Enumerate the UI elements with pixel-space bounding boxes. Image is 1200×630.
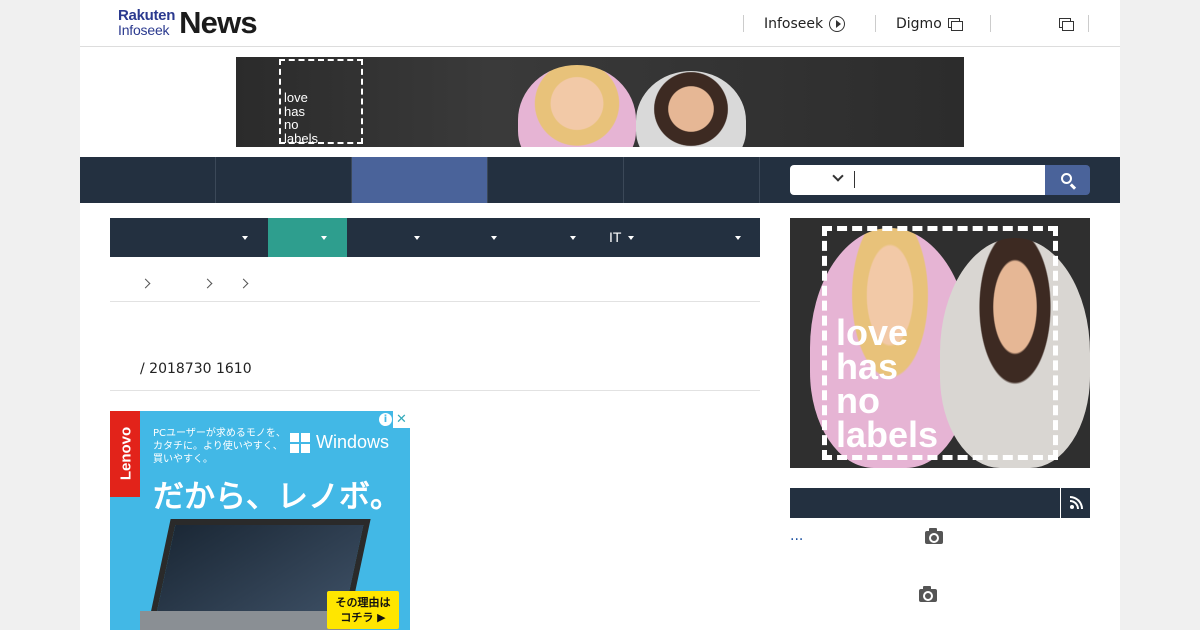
- ad-photo-child: [518, 65, 636, 147]
- logo-infoseek: Infoseek: [118, 22, 170, 38]
- laptop-image-base: [140, 611, 350, 630]
- category-item[interactable]: [110, 218, 268, 257]
- logo-rakuten: Rakuten: [118, 7, 176, 24]
- ad-logo-text: love has no labels: [836, 312, 939, 455]
- dropdown-arrow-icon: [491, 236, 497, 240]
- header-divider: [1088, 15, 1089, 32]
- nav-item[interactable]: [216, 157, 352, 203]
- ad-logo-text: love has no labels: [284, 90, 318, 146]
- adchoices-icon[interactable]: i: [379, 413, 392, 426]
- article-meta: / 2018730 1610: [110, 353, 760, 391]
- ad-copy: PCユーザーが求めるモノを、 カタチに。より使いやすく、 買いやすく。: [153, 428, 286, 465]
- logo-news: News: [179, 5, 258, 40]
- search-icon: [1061, 173, 1072, 184]
- article-byline: / 2018730 1610: [140, 361, 252, 377]
- category-item-it[interactable]: IT: [581, 218, 659, 257]
- nav-item[interactable]: [624, 157, 760, 203]
- text-caret: [854, 171, 855, 188]
- new-window-icon: [947, 17, 963, 31]
- dropdown-arrow-icon: [414, 236, 420, 240]
- category-item[interactable]: [347, 218, 425, 257]
- rss-icon[interactable]: [1060, 488, 1090, 518]
- ad-cta-button[interactable]: その理由は コチラ ▶: [327, 591, 399, 629]
- site-logo[interactable]: Rakuten Infoseek News: [118, 5, 258, 40]
- ad-photo-child: [636, 71, 746, 147]
- header-link-label: Digmo: [896, 16, 942, 32]
- header-divider: [990, 15, 991, 32]
- category-item-active[interactable]: [268, 218, 347, 257]
- page: Rakuten Infoseek News Infoseek Digmo lov…: [80, 0, 1120, 630]
- category-item[interactable]: [503, 218, 581, 257]
- header-divider: [875, 15, 876, 32]
- chevron-right-icon: [202, 278, 213, 289]
- sidebar-section-header: [790, 488, 1090, 518]
- nav-item-active[interactable]: [352, 157, 488, 203]
- dropdown-arrow-icon: [242, 236, 248, 240]
- chevron-down-icon[interactable]: [832, 170, 844, 182]
- banner-ad[interactable]: love has no labels: [236, 57, 964, 147]
- category-item[interactable]: [659, 218, 760, 257]
- nav-item[interactable]: [80, 157, 216, 203]
- breadcrumb: [110, 270, 760, 302]
- windows-label: Windows: [316, 432, 390, 452]
- camera-icon: [925, 528, 943, 544]
- chevron-right-icon: [238, 278, 249, 289]
- close-icon[interactable]: ✕: [393, 411, 410, 428]
- sidebar-ad[interactable]: love has no labels: [790, 218, 1090, 468]
- circle-arrow-icon: [829, 16, 846, 32]
- nav-item[interactable]: [488, 157, 624, 203]
- search-input[interactable]: [790, 165, 1045, 195]
- dropdown-arrow-icon: [321, 236, 327, 240]
- header-link-infoseek[interactable]: Infoseek: [764, 14, 846, 34]
- dropdown-arrow-icon: [735, 236, 741, 240]
- category-bar: IT: [110, 218, 760, 257]
- chevron-right-icon: [140, 278, 151, 289]
- lenovo-logo: Lenovo: [110, 411, 140, 497]
- search-form: [790, 165, 1090, 195]
- header-link-external[interactable]: [1053, 14, 1074, 34]
- header-link-digmo[interactable]: Digmo: [896, 14, 963, 34]
- dropdown-arrow-icon: [628, 236, 634, 240]
- ad-headline: だから、レノボ。: [153, 479, 401, 515]
- new-window-icon: [1059, 17, 1074, 31]
- windows-icon: [290, 433, 310, 453]
- camera-icon: [919, 586, 937, 602]
- article-ad[interactable]: Lenovo i ✕ PCユーザーが求めるモノを、 カタチに。より使いやすく、 …: [110, 411, 410, 630]
- dropdown-arrow-icon: [570, 236, 576, 240]
- main-nav: [80, 157, 1120, 203]
- header-link-label: Infoseek: [764, 16, 824, 32]
- sidebar-news-item[interactable]: ...: [790, 528, 803, 544]
- search-button[interactable]: [1045, 165, 1090, 195]
- category-item[interactable]: [425, 218, 503, 257]
- header-divider: [743, 15, 744, 32]
- site-header: Rakuten Infoseek News Infoseek Digmo: [80, 0, 1120, 47]
